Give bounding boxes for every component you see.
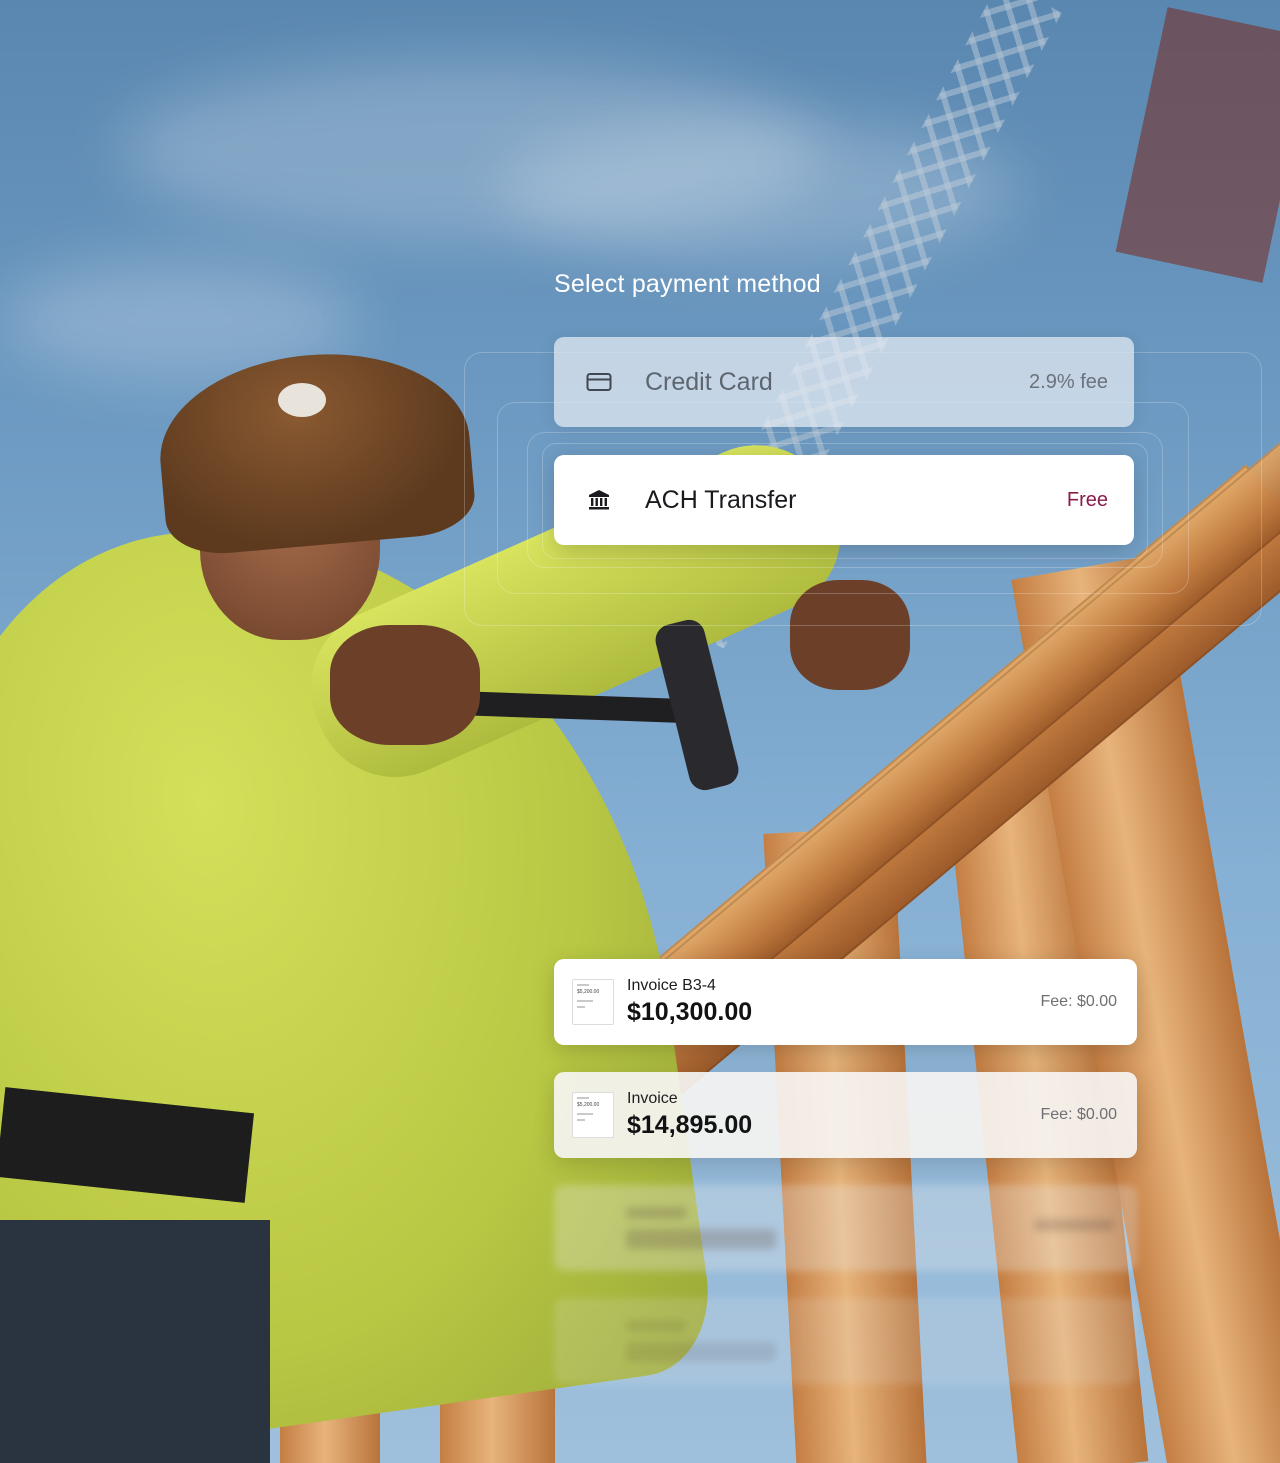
hard-hat-badge <box>278 383 326 417</box>
payment-option-credit-card[interactable]: Credit Card 2.9% fee <box>554 337 1134 427</box>
payment-option-ach-transfer[interactable]: ACH Transfer Free <box>554 455 1134 545</box>
invoice-amount: $14,895.00 <box>627 1110 753 1139</box>
invoice-thumbnail: $5,200.00 <box>572 979 614 1025</box>
invoice-fee: Fee: $0.00 <box>1040 993 1118 1010</box>
placeholder-line <box>626 1229 776 1249</box>
payment-option-label: Credit Card <box>645 367 773 396</box>
thumbnail-line <box>577 1113 593 1115</box>
payment-option-fee: 2.9% fee <box>1029 370 1108 393</box>
invoice-card-placeholder <box>554 1185 1137 1271</box>
thumbnail-line <box>577 1006 585 1008</box>
bank-icon <box>586 487 612 513</box>
thumbnail-line <box>577 1097 589 1099</box>
placeholder-line <box>626 1320 686 1332</box>
thumbnail-line <box>577 1000 593 1002</box>
invoice-details: Invoice B3-4 $10,300.00 <box>627 977 1041 1028</box>
invoice-fee: Fee: $0.00 <box>1040 1106 1118 1123</box>
hero-scene: Select payment method Credit Card 2.9% f… <box>0 0 1280 1463</box>
invoice-card[interactable]: $5,200.00 Invoice $14,895.00 Fee: $0.00 <box>554 1072 1137 1158</box>
placeholder-line <box>626 1207 686 1219</box>
placeholder-line <box>626 1342 776 1362</box>
thumbnail-amount: $5,200.00 <box>577 989 600 995</box>
invoice-card[interactable]: $5,200.00 Invoice B3-4 $10,300.00 Fee: $… <box>554 959 1137 1045</box>
payment-option-fee: Free <box>1066 488 1108 511</box>
worker-jeans <box>0 1220 270 1463</box>
credit-card-icon <box>586 369 612 395</box>
invoice-thumbnail: $5,200.00 <box>572 1092 614 1138</box>
placeholder-line <box>1034 1219 1114 1231</box>
invoice-details: Invoice $14,895.00 <box>627 1090 1041 1141</box>
invoice-card-placeholder <box>554 1298 1137 1384</box>
payment-option-label: ACH Transfer <box>645 485 797 514</box>
invoice-amount: $10,300.00 <box>627 997 753 1026</box>
invoice-name: Invoice <box>627 1089 678 1107</box>
worker-hand <box>330 625 480 745</box>
crane-top <box>1115 7 1280 283</box>
thumbnail-line <box>577 984 589 986</box>
thumbnail-amount: $5,200.00 <box>577 1102 600 1108</box>
payment-method-title: Select payment method <box>554 270 821 298</box>
thumbnail-line <box>577 1119 585 1121</box>
invoice-name: Invoice B3-4 <box>627 976 716 994</box>
